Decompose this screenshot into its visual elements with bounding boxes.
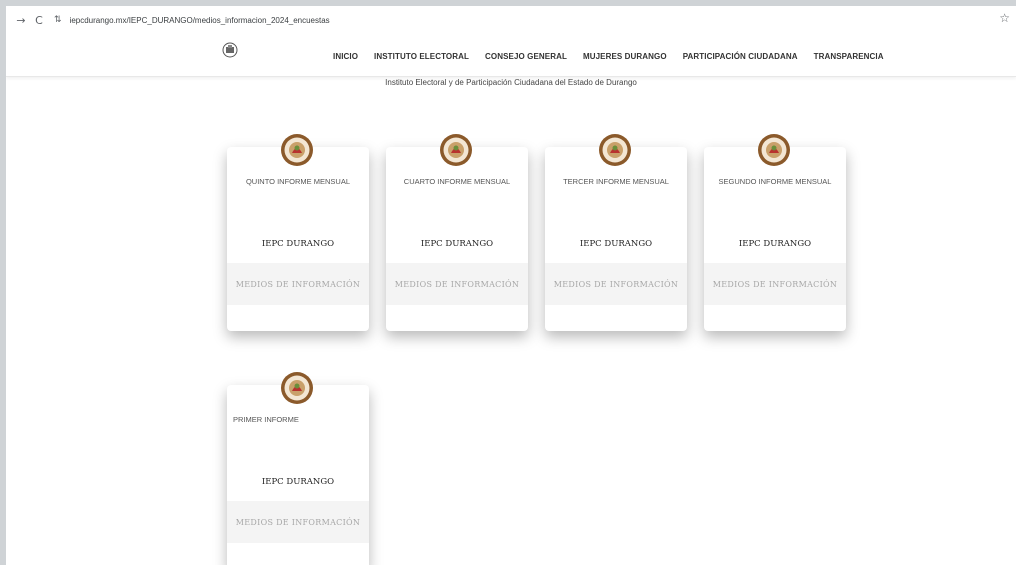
card-category[interactable]: MEDIOS DE INFORMACIÓN [545, 263, 687, 305]
report-card[interactable]: SEGUNDO INFORME MENSUAL IEPC DURANGO MED… [704, 134, 846, 331]
report-card[interactable]: CUARTO INFORME MENSUAL IEPC DURANGO MEDI… [386, 134, 528, 331]
card-title: SEGUNDO INFORME MENSUAL [718, 177, 832, 186]
iepc-emblem-icon [281, 134, 313, 166]
card-title: CUARTO INFORME MENSUAL [403, 177, 511, 186]
reload-icon[interactable]: C [30, 11, 48, 29]
main-menu: INICIO INSTITUTO ELECTORAL CONSEJO GENER… [333, 52, 884, 61]
card-category-label: MEDIOS DE INFORMACIÓN [712, 279, 838, 289]
card-category-label: MEDIOS DE INFORMACIÓN [394, 279, 520, 289]
report-card[interactable]: TERCER INFORME MENSUAL IEPC DURANGO MEDI… [545, 134, 687, 331]
card-title: QUINTO INFORME MENSUAL [245, 177, 351, 186]
card-org: IEPC DURANGO [420, 239, 494, 249]
star-icon[interactable]: ☆ [999, 11, 1010, 25]
card-org: IEPC DURANGO [261, 477, 335, 487]
report-card[interactable]: QUINTO INFORME MENSUAL IEPC DURANGO MEDI… [227, 134, 369, 331]
card-org: IEPC DURANGO [261, 239, 335, 249]
card-category[interactable]: MEDIOS DE INFORMACIÓN [704, 263, 846, 305]
url-text: iepcdurango.mx/IEPC_DURANGO/medios_infor… [69, 15, 330, 25]
address-bar[interactable]: ⇅ iepcdurango.mx/IEPC_DURANGO/medios_inf… [54, 10, 734, 30]
nav-item-instituto-electoral[interactable]: INSTITUTO ELECTORAL [374, 52, 469, 61]
nav-item-participacion-ciudadana[interactable]: PARTICIPACIÓN CIUDADANA [683, 52, 798, 61]
arrow-back-icon[interactable]: → [12, 11, 30, 29]
browser-window: → C ⇅ iepcdurango.mx/IEPC_DURANGO/medios… [6, 6, 1016, 565]
nav-item-consejo-general[interactable]: CONSEJO GENERAL [485, 52, 567, 61]
card-category-label: MEDIOS DE INFORMACIÓN [235, 279, 361, 289]
card-category[interactable]: MEDIOS DE INFORMACIÓN [227, 501, 369, 543]
card-category[interactable]: MEDIOS DE INFORMACIÓN [386, 263, 528, 305]
nav-item-mujeres-durango[interactable]: MUJERES DURANGO [583, 52, 667, 61]
iepc-emblem-icon [281, 372, 313, 404]
browser-toolbar: → C ⇅ iepcdurango.mx/IEPC_DURANGO/medios… [6, 6, 1016, 34]
card-org: IEPC DURANGO [738, 239, 812, 249]
card-title: PRIMER INFORME [233, 415, 299, 424]
tune-icon[interactable]: ⇅ [54, 15, 62, 25]
card-org: IEPC DURANGO [579, 239, 653, 249]
card-category-label: MEDIOS DE INFORMACIÓN [553, 279, 679, 289]
nav-item-transparencia[interactable]: TRANSPARENCIA [814, 52, 884, 61]
page-subtitle: Instituto Electoral y de Participación C… [385, 78, 637, 87]
card-category[interactable]: MEDIOS DE INFORMACIÓN [227, 263, 369, 305]
iepc-emblem-icon [440, 134, 472, 166]
site-navbar: INICIO INSTITUTO ELECTORAL CONSEJO GENER… [6, 34, 1016, 77]
iepc-emblem-icon [758, 134, 790, 166]
iepc-logo[interactable] [222, 42, 238, 58]
iepc-emblem-icon [599, 134, 631, 166]
report-card[interactable]: PRIMER INFORME IEPC DURANGO MEDIOS DE IN… [227, 372, 369, 565]
nav-item-inicio[interactable]: INICIO [333, 52, 358, 61]
card-title: TERCER INFORME MENSUAL [563, 177, 669, 186]
card-category-label: MEDIOS DE INFORMACIÓN [235, 517, 361, 527]
